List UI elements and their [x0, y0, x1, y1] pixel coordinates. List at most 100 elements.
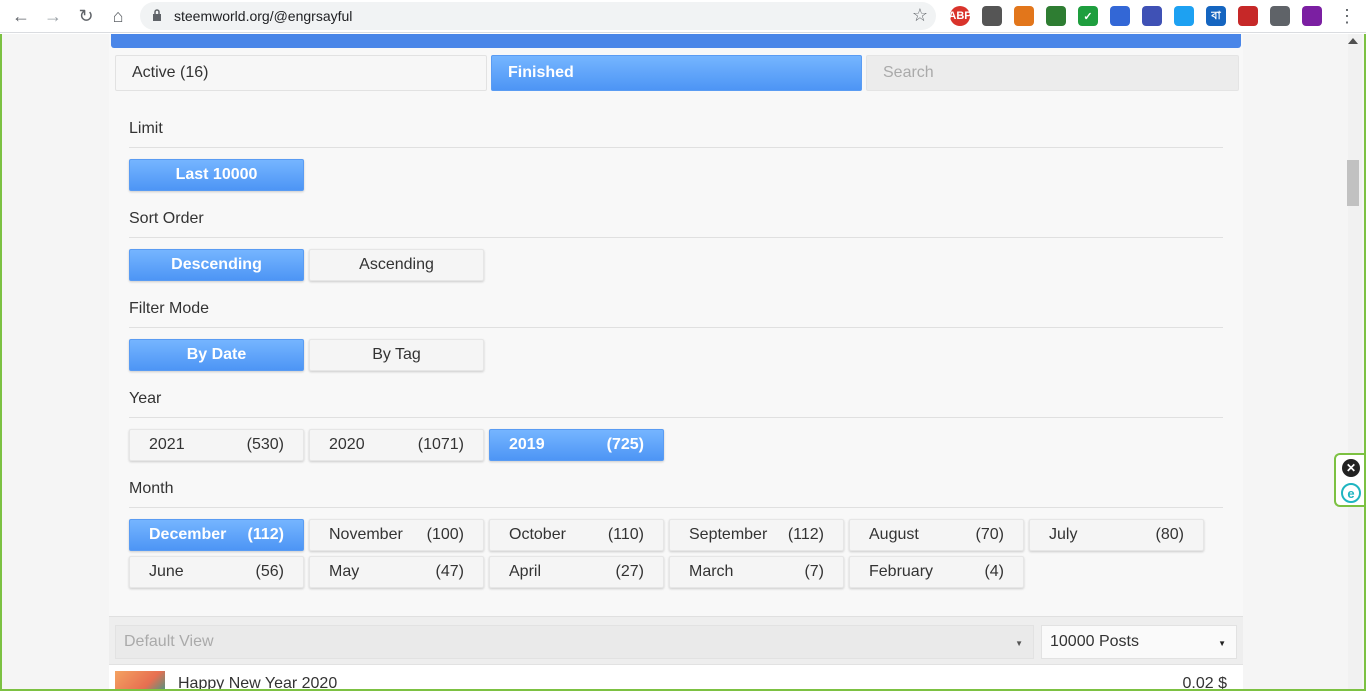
arrow-icon[interactable] [1174, 6, 1194, 26]
month-button[interactable]: February (4) [849, 556, 1024, 588]
chevron-down-icon: ▼ [1015, 639, 1023, 648]
month-name: November [329, 526, 403, 543]
profile-icon[interactable] [1302, 6, 1322, 26]
post-count-value: 10000 Posts [1050, 633, 1139, 650]
month-button[interactable]: September (112) [669, 519, 844, 551]
month-count: (7) [804, 563, 824, 580]
year-count: (725) [606, 436, 644, 453]
tab-active[interactable]: Active (16) [115, 55, 487, 91]
month-name: September [689, 526, 768, 543]
home-icon[interactable]: ⌂ [105, 4, 131, 28]
post-payout: 0.02 $ [1182, 675, 1227, 691]
flag-icon[interactable] [1142, 6, 1162, 26]
metamask-icon[interactable] [1014, 6, 1034, 26]
month-name: December [149, 526, 227, 543]
month-label: Month [129, 480, 174, 497]
month-button[interactable]: August (70) [849, 519, 1024, 551]
back-icon[interactable]: ← [8, 4, 34, 28]
scroll-up-icon[interactable] [1348, 38, 1358, 44]
address-bar[interactable]: steemworld.org/@engrsayful ☆ [140, 2, 936, 30]
year-name: 2020 [329, 436, 365, 453]
puzzle-icon[interactable] [1270, 6, 1290, 26]
month-button[interactable]: March (7) [669, 556, 844, 588]
month-button[interactable]: July (80) [1029, 519, 1204, 551]
side-widget: ✕ e [1334, 453, 1364, 507]
month-button[interactable]: April (27) [489, 556, 664, 588]
divider [129, 327, 1223, 328]
lock-icon [153, 9, 161, 21]
year-name: 2019 [509, 436, 545, 453]
bangla-icon[interactable]: বা [1206, 6, 1226, 26]
month-name: March [689, 563, 734, 580]
forward-icon[interactable]: → [40, 4, 66, 28]
browser-toolbar: ← → ↻ ⌂ steemworld.org/@engrsayful ☆ ABP… [0, 0, 1366, 33]
by-date-button[interactable]: By Date [129, 339, 304, 371]
month-button[interactable]: October (110) [489, 519, 664, 551]
by-tag-button[interactable]: By Tag [309, 339, 484, 371]
month-count: (100) [426, 526, 464, 543]
posts-panel: Active (16) Finished Search Limit Last 1… [109, 34, 1243, 691]
month-count: (47) [435, 563, 464, 580]
ascending-button[interactable]: Ascending [309, 249, 484, 281]
year-count: (530) [246, 436, 284, 453]
limit-button[interactable]: Last 10000 [129, 159, 304, 191]
year-button[interactable]: 2020 (1071) [309, 429, 484, 461]
descending-button[interactable]: Descending [129, 249, 304, 281]
divider [129, 417, 1223, 418]
month-button[interactable]: December (112) [129, 519, 304, 551]
month-name: May [329, 563, 360, 580]
url-text: steemworld.org/@engrsayful [174, 8, 353, 24]
limit-label: Limit [129, 120, 163, 137]
steem-icon[interactable] [1238, 6, 1258, 26]
month-name: October [509, 526, 566, 543]
close-icon[interactable]: ✕ [1342, 459, 1360, 477]
year-label: Year [129, 390, 162, 407]
month-count: (80) [1155, 526, 1184, 543]
globe-icon[interactable] [1046, 6, 1066, 26]
month-name: April [509, 563, 542, 580]
check-icon[interactable]: ✓ [1078, 6, 1098, 26]
month-name: February [869, 563, 934, 580]
month-count: (112) [247, 526, 284, 543]
month-name: August [869, 526, 919, 543]
year-button[interactable]: 2019 (725) [489, 429, 664, 461]
year-name: 2021 [149, 436, 185, 453]
month-button[interactable]: November (100) [309, 519, 484, 551]
month-count: (110) [607, 526, 644, 543]
panel-header-bar [111, 34, 1241, 48]
month-button[interactable]: May (47) [309, 556, 484, 588]
tab-finished[interactable]: Finished [491, 55, 862, 91]
filter-mode-label: Filter Mode [129, 300, 210, 317]
divider [129, 147, 1223, 148]
bookmark-star-icon[interactable]: ☆ [912, 5, 928, 26]
sort-order-label: Sort Order [129, 210, 204, 227]
month-count: (56) [255, 563, 284, 580]
translate-icon[interactable] [1110, 6, 1130, 26]
scrollbar[interactable] [1347, 34, 1362, 689]
month-count: (4) [984, 563, 1004, 580]
post-title[interactable]: Happy New Year 2020 [178, 675, 337, 689]
year-count: (1071) [417, 436, 464, 453]
view-mode-value: Default View [124, 633, 214, 650]
post-count-select[interactable]: 10000 Posts ▼ [1041, 625, 1237, 659]
month-count: (112) [787, 526, 824, 543]
divider [129, 507, 1223, 508]
post-thumbnail [115, 671, 165, 689]
search-input[interactable]: Search [866, 55, 1239, 91]
year-button[interactable]: 2021 (530) [129, 429, 304, 461]
view-mode-select[interactable]: Default View ▼ [115, 625, 1034, 659]
month-name: July [1049, 526, 1078, 543]
page-viewport: Active (16) Finished Search Limit Last 1… [0, 34, 1366, 691]
month-button[interactable]: June (56) [129, 556, 304, 588]
e-logo-icon[interactable]: e [1341, 483, 1361, 503]
menu-kebab-icon[interactable]: ⋮ [1334, 4, 1360, 28]
reload-icon[interactable]: ↻ [73, 4, 99, 28]
view-options-bar: Default View ▼ 10000 Posts ▼ [109, 616, 1243, 664]
month-count: (27) [615, 563, 644, 580]
month-name: June [149, 563, 184, 580]
abp-icon[interactable]: ABP [948, 6, 972, 26]
scrollbar-thumb[interactable] [1347, 160, 1359, 206]
post-row[interactable]: Happy New Year 2020 0.02 $ [109, 664, 1243, 691]
qr-icon[interactable] [982, 6, 1002, 26]
month-count: (70) [975, 526, 1004, 543]
